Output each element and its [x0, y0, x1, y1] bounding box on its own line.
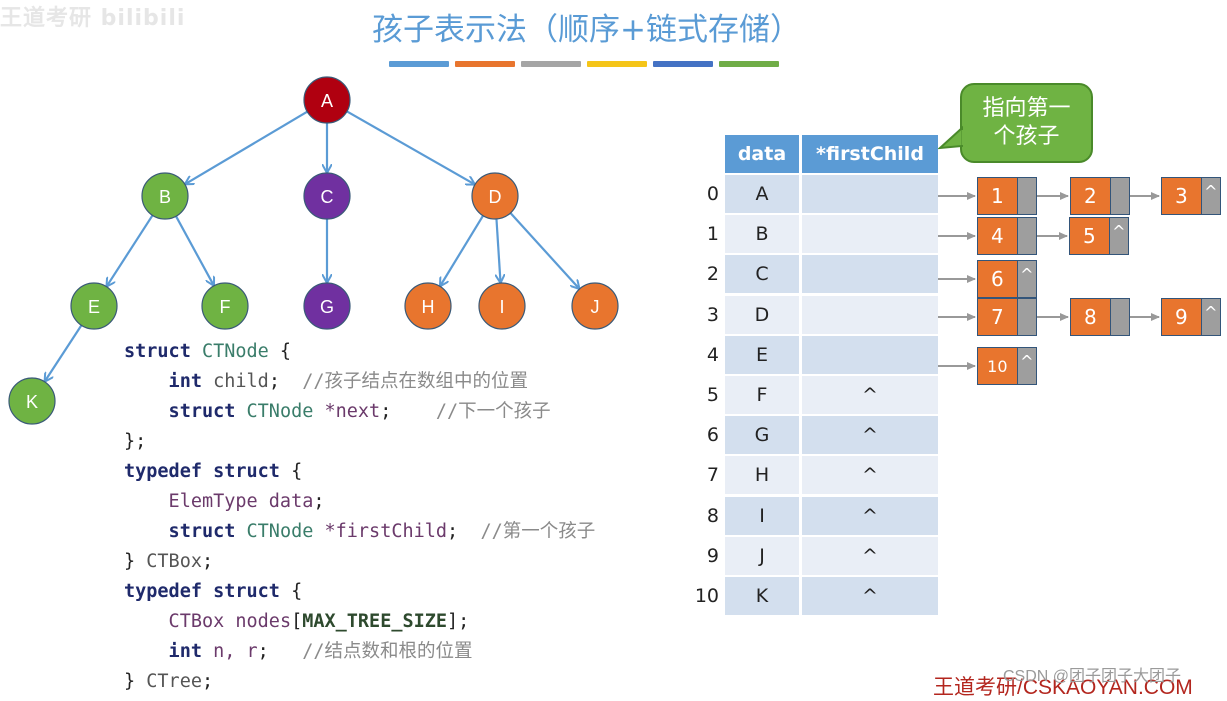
- cell-data: F: [725, 376, 799, 414]
- row-index: 6: [706, 424, 719, 447]
- child-node-index: 5: [1070, 218, 1109, 254]
- row-index: 1: [706, 223, 719, 246]
- child-node-10: 10 ^: [977, 347, 1037, 385]
- child-node-index: 4: [978, 218, 1017, 254]
- cell-firstchild: [802, 255, 938, 294]
- child-node-7: 7: [977, 298, 1037, 336]
- next-pointer: [1016, 178, 1036, 214]
- child-node-2: 2: [1070, 177, 1130, 215]
- child-node-index: 1: [978, 178, 1017, 214]
- row-index: 8: [706, 504, 719, 527]
- cell-data: D: [725, 295, 799, 334]
- row-index: 3: [706, 303, 719, 326]
- child-node-3: 3 ^: [1161, 177, 1221, 215]
- row-index: 10: [694, 585, 719, 607]
- child-node-index: 3: [1162, 178, 1201, 214]
- cell-firstchild: ^: [802, 536, 938, 575]
- cell-data: H: [725, 456, 799, 495]
- cell-firstchild: ^: [802, 577, 938, 615]
- cell-firstchild: [802, 175, 938, 213]
- callout-tail-shape: [937, 125, 963, 150]
- row-index: 0: [706, 183, 719, 205]
- next-pointer: [1109, 299, 1129, 335]
- row-index: 9: [706, 544, 719, 567]
- null-pointer: ^: [1200, 299, 1220, 335]
- cell-firstchild: ^: [802, 456, 938, 495]
- row-index: 2: [706, 263, 719, 286]
- header-data: data: [725, 135, 799, 173]
- next-pointer: [1109, 178, 1129, 214]
- cell-firstchild: [802, 295, 938, 334]
- child-node-index: 10: [978, 348, 1017, 384]
- child-node-5: 5 ^: [1069, 217, 1129, 255]
- header-firstchild: *firstChild: [802, 135, 938, 173]
- child-node-index: 2: [1071, 178, 1110, 214]
- next-pointer: [1016, 299, 1036, 335]
- null-pointer: ^: [1016, 348, 1036, 384]
- cell-data: B: [725, 215, 799, 254]
- child-node-6: 6 ^: [977, 260, 1037, 298]
- cell-data: J: [725, 536, 799, 575]
- cell-firstchild: [802, 215, 938, 254]
- cell-data: A: [725, 175, 799, 213]
- row-index: 5: [706, 384, 719, 406]
- cell-firstchild: ^: [802, 496, 938, 535]
- null-pointer: ^: [1016, 261, 1036, 297]
- cell-firstchild: ^: [802, 416, 938, 455]
- footer-csdn: CSDN @团子团子大团子: [1003, 668, 1182, 685]
- row-index: 7: [706, 464, 719, 487]
- cell-data: C: [725, 255, 799, 294]
- callout-tail: [937, 125, 965, 150]
- cell-data: K: [725, 577, 799, 615]
- null-pointer: ^: [1108, 218, 1128, 254]
- child-node-index: 8: [1071, 299, 1110, 335]
- cell-data: E: [725, 335, 799, 374]
- row-index: 4: [706, 343, 719, 366]
- next-pointer: [1016, 218, 1036, 254]
- cell-firstchild: [802, 335, 938, 374]
- child-node-index: 9: [1162, 299, 1201, 335]
- child-node-9: 9 ^: [1161, 298, 1221, 336]
- child-node-index: 7: [978, 299, 1017, 335]
- child-node-1: 1: [977, 177, 1037, 215]
- child-node-8: 8: [1070, 298, 1130, 336]
- child-node-4: 4: [977, 217, 1037, 255]
- cell-data: I: [725, 496, 799, 535]
- cell-firstchild: ^: [802, 376, 938, 414]
- null-pointer: ^: [1200, 178, 1220, 214]
- cell-data: G: [725, 416, 799, 455]
- child-node-index: 6: [978, 261, 1017, 297]
